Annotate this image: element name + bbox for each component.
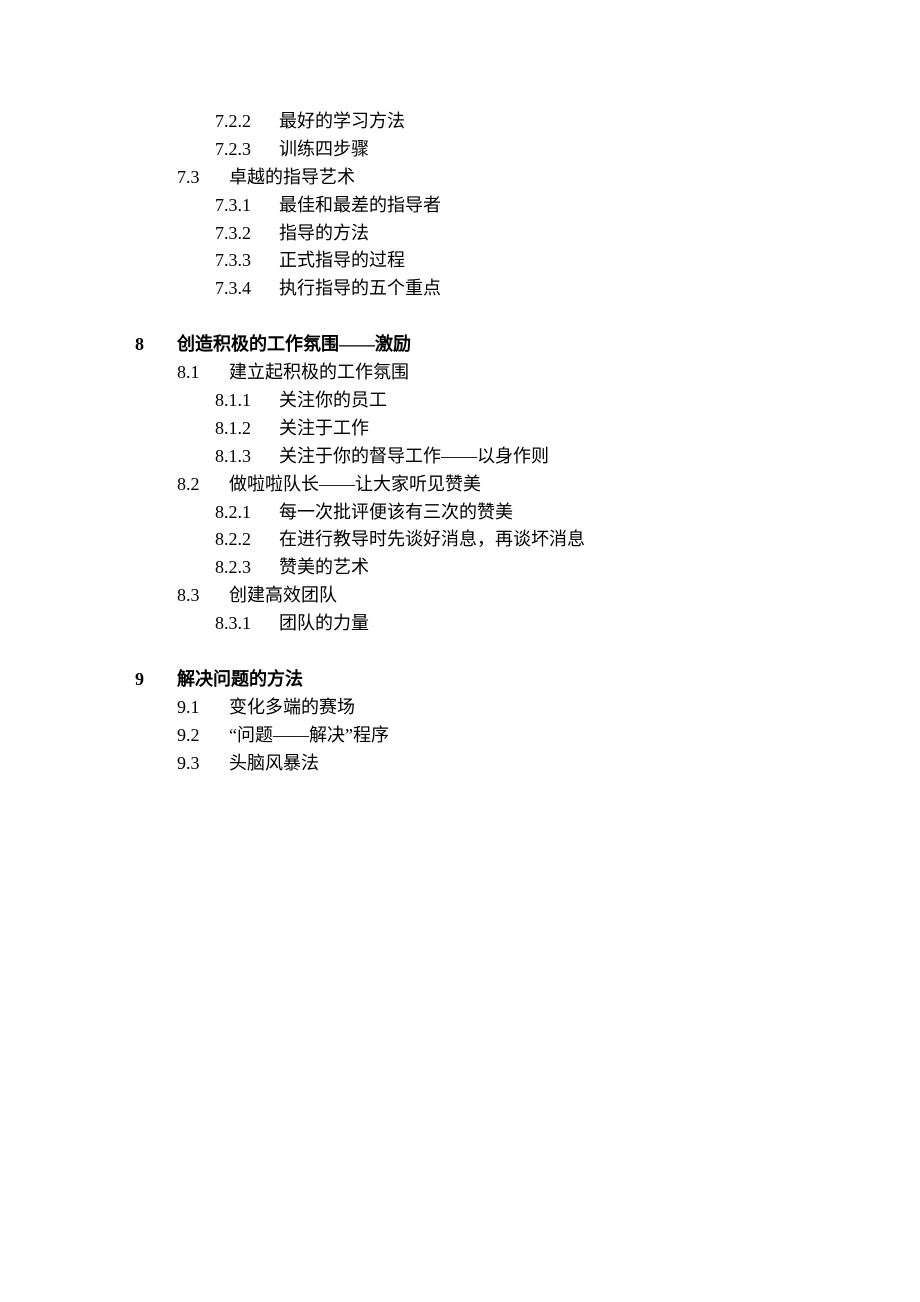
toc-number: 7.2.3 <box>215 136 279 164</box>
toc-title: 创造积极的工作氛围——激励 <box>177 331 411 359</box>
toc-chapter: 9 解决问题的方法 <box>135 666 920 694</box>
toc-title: 关注于你的督导工作——以身作则 <box>279 443 549 471</box>
toc-entry: 7.2.3 训练四步骤 <box>135 136 920 164</box>
toc-entry: 8.2 做啦啦队长——让大家听见赞美 <box>135 471 920 499</box>
toc-title: 指导的方法 <box>279 220 369 248</box>
toc-entry: 8.1.2 关注于工作 <box>135 415 920 443</box>
toc-title: 正式指导的过程 <box>279 247 405 275</box>
toc-title: 卓越的指导艺术 <box>229 164 355 192</box>
toc-number: 8.1.2 <box>215 415 279 443</box>
toc-number: 8.3 <box>177 582 229 610</box>
toc-number: 8.2.2 <box>215 526 279 554</box>
toc-title: 建立起积极的工作氛围 <box>229 359 409 387</box>
toc-number: 9 <box>135 666 177 694</box>
toc-entry: 7.3.4 执行指导的五个重点 <box>135 275 920 303</box>
toc-number: 8.1 <box>177 359 229 387</box>
toc-number: 8.3.1 <box>215 610 279 638</box>
toc-title: 最好的学习方法 <box>279 108 405 136</box>
toc-title: 做啦啦队长——让大家听见赞美 <box>229 471 481 499</box>
toc-number: 7.2.2 <box>215 108 279 136</box>
toc-title: 团队的力量 <box>279 610 369 638</box>
toc-title: 执行指导的五个重点 <box>279 275 441 303</box>
toc-title: 训练四步骤 <box>279 136 369 164</box>
toc-entry: 8.3.1 团队的力量 <box>135 610 920 638</box>
toc-number: 7.3 <box>177 164 229 192</box>
toc-title: 最佳和最差的指导者 <box>279 192 441 220</box>
toc-entry: 7.3.2 指导的方法 <box>135 220 920 248</box>
toc-entry: 8.1 建立起积极的工作氛围 <box>135 359 920 387</box>
toc-entry: 7.2.2 最好的学习方法 <box>135 108 920 136</box>
toc-title: 创建高效团队 <box>229 582 337 610</box>
toc-entry: 9.2 “问题——解决”程序 <box>135 722 920 750</box>
toc-number: 8.1.1 <box>215 387 279 415</box>
toc-number: 7.3.4 <box>215 275 279 303</box>
toc-entry: 9.1 变化多端的赛场 <box>135 694 920 722</box>
toc-number: 7.3.1 <box>215 192 279 220</box>
toc-number: 8.2.1 <box>215 499 279 527</box>
toc-entry: 9.3 头脑风暴法 <box>135 750 920 778</box>
toc-entry: 7.3.1 最佳和最差的指导者 <box>135 192 920 220</box>
toc-title: 在进行教导时先谈好消息，再谈坏消息 <box>279 526 585 554</box>
toc-title: 解决问题的方法 <box>177 666 303 694</box>
toc-entry: 8.2.3 赞美的艺术 <box>135 554 920 582</box>
toc-entry: 7.3.3 正式指导的过程 <box>135 247 920 275</box>
toc-title: 每一次批评便该有三次的赞美 <box>279 499 513 527</box>
toc-number: 8.2 <box>177 471 229 499</box>
toc-chapter: 8 创造积极的工作氛围——激励 <box>135 331 920 359</box>
toc-number: 7.3.3 <box>215 247 279 275</box>
toc-number: 7.3.2 <box>215 220 279 248</box>
toc-entry: 7.3 卓越的指导艺术 <box>135 164 920 192</box>
toc-entry: 8.1.3 关注于你的督导工作——以身作则 <box>135 443 920 471</box>
toc-number: 8 <box>135 331 177 359</box>
toc-title: 变化多端的赛场 <box>229 694 355 722</box>
toc-number: 9.1 <box>177 694 229 722</box>
toc-title: “问题——解决”程序 <box>229 722 389 750</box>
toc-title: 赞美的艺术 <box>279 554 369 582</box>
toc-title: 关注你的员工 <box>279 387 387 415</box>
toc-number: 8.1.3 <box>215 443 279 471</box>
toc-entry: 8.2.1 每一次批评便该有三次的赞美 <box>135 499 920 527</box>
toc-number: 9.3 <box>177 750 229 778</box>
toc-number: 9.2 <box>177 722 229 750</box>
toc-entry: 8.1.1 关注你的员工 <box>135 387 920 415</box>
toc-title: 头脑风暴法 <box>229 750 319 778</box>
toc-entry: 8.2.2 在进行教导时先谈好消息，再谈坏消息 <box>135 526 920 554</box>
toc-entry: 8.3 创建高效团队 <box>135 582 920 610</box>
toc-number: 8.2.3 <box>215 554 279 582</box>
table-of-contents: 7.2.2 最好的学习方法 7.2.3 训练四步骤 7.3 卓越的指导艺术 7.… <box>135 108 920 778</box>
toc-title: 关注于工作 <box>279 415 369 443</box>
